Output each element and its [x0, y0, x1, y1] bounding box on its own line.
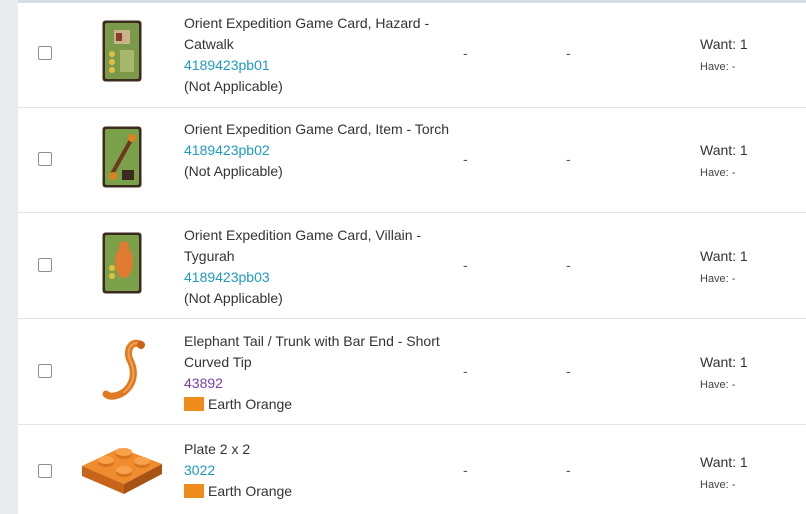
- col-price: -: [566, 151, 571, 167]
- col-price: -: [566, 462, 571, 478]
- game-card-hazard-icon[interactable]: [102, 20, 142, 82]
- want-count: Want: 1: [700, 354, 748, 370]
- plate-2x2-icon[interactable]: [80, 436, 164, 498]
- item-name: Orient Expedition Game Card, Item - Torc…: [184, 121, 450, 137]
- col-price: -: [566, 257, 571, 273]
- item-color: Earth Orange: [184, 481, 464, 502]
- want-count: Want: 1: [700, 36, 748, 52]
- item-number-link[interactable]: 4189423pb01: [184, 55, 464, 76]
- col-price: -: [566, 45, 571, 61]
- game-card-item-icon[interactable]: [102, 126, 142, 188]
- item-info: Orient Expedition Game Card, Hazard - Ca…: [184, 13, 464, 97]
- col-condition: -: [463, 45, 468, 61]
- list-item: Orient Expedition Game Card, Hazard - Ca…: [18, 3, 806, 108]
- item-name: Orient Expedition Game Card, Hazard - Ca…: [184, 15, 430, 52]
- item-info: Elephant Tail / Trunk with Bar End - Sho…: [184, 331, 464, 415]
- have-count: Have: -: [700, 379, 736, 391]
- item-color: Earth Orange: [184, 394, 464, 415]
- list-item: Orient Expedition Game Card, Item - Torc…: [18, 108, 806, 213]
- game-card-villain-icon[interactable]: [102, 232, 142, 294]
- item-number-link[interactable]: 4189423pb02: [184, 140, 464, 161]
- color-name: Earth Orange: [208, 483, 293, 499]
- have-count: Have: -: [700, 61, 736, 73]
- col-condition: -: [463, 151, 468, 167]
- item-number-link[interactable]: 3022: [184, 460, 464, 481]
- list-item: Orient Expedition Game Card, Villain - T…: [18, 214, 806, 319]
- list-item: Plate 2 x 2 3022 Earth Orange - - Want: …: [18, 426, 806, 514]
- col-condition: -: [463, 462, 468, 478]
- elephant-trunk-icon[interactable]: [100, 338, 152, 404]
- item-color: (Not Applicable): [184, 78, 283, 94]
- item-name: Plate 2 x 2: [184, 441, 251, 457]
- wanted-list: Orient Expedition Game Card, Hazard - Ca…: [18, 3, 806, 514]
- want-count: Want: 1: [700, 142, 748, 158]
- row-checkbox[interactable]: [38, 364, 52, 378]
- item-color: (Not Applicable): [184, 163, 283, 179]
- item-color: (Not Applicable): [184, 290, 283, 306]
- item-number-link[interactable]: 4189423pb03: [184, 267, 464, 288]
- col-condition: -: [463, 257, 468, 273]
- col-price: -: [566, 363, 571, 379]
- item-info: Orient Expedition Game Card, Villain - T…: [184, 225, 464, 309]
- list-item: Elephant Tail / Trunk with Bar End - Sho…: [18, 320, 806, 425]
- have-count: Have: -: [700, 273, 736, 285]
- color-name: Earth Orange: [208, 396, 293, 412]
- row-checkbox[interactable]: [38, 152, 52, 166]
- row-checkbox[interactable]: [38, 46, 52, 60]
- col-condition: -: [463, 363, 468, 379]
- item-info: Plate 2 x 2 3022 Earth Orange: [184, 439, 464, 502]
- item-number-link[interactable]: 43892: [184, 373, 464, 394]
- row-checkbox[interactable]: [38, 464, 52, 478]
- row-checkbox[interactable]: [38, 258, 52, 272]
- item-name: Orient Expedition Game Card, Villain - T…: [184, 227, 422, 264]
- item-name: Elephant Tail / Trunk with Bar End - Sho…: [184, 333, 440, 370]
- color-swatch: [184, 397, 204, 411]
- want-count: Want: 1: [700, 248, 748, 264]
- want-count: Want: 1: [700, 454, 748, 470]
- item-info: Orient Expedition Game Card, Item - Torc…: [184, 119, 464, 182]
- have-count: Have: -: [700, 167, 736, 179]
- have-count: Have: -: [700, 479, 736, 491]
- color-swatch: [184, 484, 204, 498]
